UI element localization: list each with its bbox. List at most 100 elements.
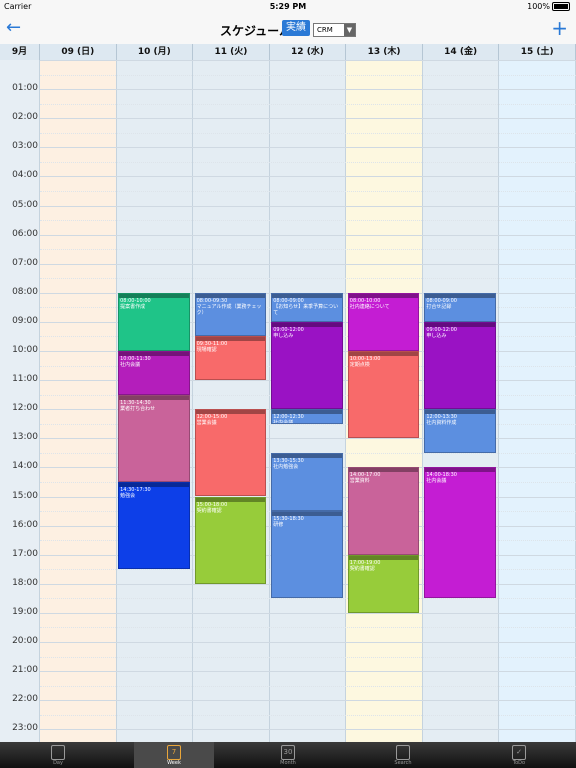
event-title: 勉強会 bbox=[120, 492, 136, 499]
tab-month[interactable]: 30 Month bbox=[248, 742, 328, 768]
plus-icon[interactable]: + bbox=[551, 17, 568, 39]
event-title: 提案書作成 bbox=[120, 303, 146, 310]
time-label: 19:00 bbox=[12, 606, 38, 617]
day-header-6[interactable]: 15 (土) bbox=[499, 44, 576, 60]
half-hour-line bbox=[40, 220, 576, 222]
half-hour-line bbox=[40, 627, 576, 629]
event-block[interactable]: 09:00-12:00 申し込み bbox=[271, 321, 343, 410]
event-block[interactable]: 08:00-09:00 【お知らせ】来季予算について bbox=[271, 292, 343, 322]
tab-day[interactable]: Day bbox=[18, 742, 98, 768]
search-icon bbox=[396, 745, 410, 760]
time-label: 18:00 bbox=[12, 577, 38, 588]
day-header-3[interactable]: 12 (水) bbox=[270, 44, 347, 60]
event-block[interactable]: 08:00-10:00 提案書作成 bbox=[118, 292, 190, 351]
tab-label: Month bbox=[280, 760, 296, 766]
event-block[interactable]: 17:00-19:00 契約書確認 bbox=[347, 554, 420, 613]
hour-line bbox=[40, 729, 576, 731]
half-hour-line bbox=[40, 714, 576, 716]
event-block[interactable]: 11:30-14:30 業者打ち合わせ bbox=[118, 394, 190, 482]
actual-toggle-button[interactable]: 実績 bbox=[282, 20, 310, 36]
event-title: マニュアル作成（業務チェック） bbox=[196, 303, 262, 316]
arrow-left-icon[interactable]: ← bbox=[6, 18, 21, 38]
time-label: 02:00 bbox=[12, 112, 38, 123]
time-label: 08:00 bbox=[12, 286, 38, 297]
day-calendar-icon bbox=[51, 745, 65, 760]
event-title: 社内会議 bbox=[273, 420, 294, 424]
tab-week[interactable]: 7 Week bbox=[134, 742, 214, 768]
time-label: 16:00 bbox=[12, 519, 38, 530]
time-label: 21:00 bbox=[12, 665, 38, 676]
event-title: 社内勉強会 bbox=[273, 463, 299, 470]
week-grid[interactable]: 01:00 02:00 03:00 04:00 05:00 06:00 07:00 08:00… bbox=[0, 60, 576, 742]
event-block[interactable]: 10:00-11:30 社内会議 bbox=[118, 351, 190, 395]
event-title: 申し込み bbox=[426, 332, 447, 339]
event-block[interactable]: 10:00-13:00 定期点検 bbox=[347, 351, 420, 439]
time-label: 03:00 bbox=[12, 141, 38, 152]
event-title: 契約書確認 bbox=[349, 565, 375, 572]
half-hour-line bbox=[40, 103, 576, 105]
hour-line bbox=[40, 671, 576, 673]
time-label: 09:00 bbox=[12, 315, 38, 326]
event-block[interactable]: 09:30-11:00 現場確認 bbox=[194, 336, 267, 381]
day-header-2[interactable]: 11 (火) bbox=[193, 44, 270, 60]
event-block[interactable]: 14:00-18:30 社内会議 bbox=[424, 467, 496, 599]
battery-percent: 100% bbox=[527, 2, 550, 11]
half-hour-line bbox=[40, 249, 576, 251]
event-block[interactable]: 08:00-09:00 打合せ記録 bbox=[424, 292, 496, 322]
event-title: 打合せ記録 bbox=[426, 303, 452, 310]
day-header-0[interactable]: 09 (日) bbox=[40, 44, 117, 60]
event-block[interactable]: 08:00-10:00 社内連絡について bbox=[347, 292, 420, 351]
event-block[interactable]: 15:30-18:30 研修 bbox=[271, 511, 343, 599]
hour-line bbox=[40, 642, 576, 643]
half-hour-line bbox=[40, 161, 576, 163]
event-block[interactable]: 12:00-15:00 営業会議 bbox=[194, 409, 267, 497]
event-block[interactable]: 15:00-18:00 契約書確認 bbox=[194, 496, 267, 584]
day-header-1[interactable]: 10 (月) bbox=[117, 44, 194, 60]
time-label: 11:00 bbox=[12, 374, 38, 385]
hour-line bbox=[40, 700, 576, 702]
event-title: 社内資料作成 bbox=[426, 420, 457, 427]
tab-label: Week bbox=[167, 760, 181, 766]
event-title: 【お知らせ】来季予算について bbox=[273, 303, 339, 316]
time-label: 01:00 bbox=[12, 83, 38, 94]
page-title: スケジュール bbox=[220, 24, 292, 38]
event-title: 業者打ち合わせ bbox=[120, 405, 156, 412]
event-block[interactable]: 09:00-12:00 申し込み bbox=[424, 321, 496, 410]
half-hour-line bbox=[40, 656, 576, 658]
time-label: 10:00 bbox=[12, 345, 38, 355]
todo-check-icon: ✓ bbox=[512, 745, 526, 760]
week-header: 9月 09 (日) 10 (月) 11 (火) 12 (水) 13 (木) 14 (金) 1… bbox=[0, 44, 576, 61]
event-block[interactable]: 08:00-09:30 マニュアル作成（業務チェック） bbox=[194, 292, 267, 337]
tab-todo[interactable]: ✓ ToDo bbox=[479, 742, 559, 768]
day-header-4[interactable]: 13 (木) bbox=[346, 44, 423, 60]
time-label: 14:00 bbox=[12, 461, 38, 472]
time-label: 05:00 bbox=[12, 199, 38, 210]
event-title: 契約書確認 bbox=[196, 507, 222, 514]
event-block[interactable]: 13:30-15:30 社内勉強会 bbox=[271, 452, 343, 512]
hour-line bbox=[40, 612, 576, 614]
tab-label: Search bbox=[394, 760, 412, 766]
event-block[interactable]: 14:30-17:30 勉強会 bbox=[118, 481, 190, 570]
event-block[interactable]: 14:00-17:00 営業資料 bbox=[347, 467, 420, 555]
half-hour-line bbox=[40, 598, 576, 600]
day-header-5[interactable]: 14 (金) bbox=[423, 44, 500, 60]
tab-search[interactable]: Search bbox=[363, 742, 443, 768]
event-block[interactable]: 12:00-12:30 社内会議 bbox=[271, 409, 343, 424]
half-hour-line bbox=[40, 190, 576, 192]
event-title: 現場確認 bbox=[196, 347, 217, 354]
clock: 5:29 PM bbox=[269, 2, 307, 11]
tab-label: ToDo bbox=[512, 760, 526, 766]
month-label: 9月 bbox=[0, 44, 40, 60]
time-label: 12:00 bbox=[12, 403, 38, 414]
status-bar: Carrier 5:29 PM 100% bbox=[0, 0, 576, 14]
time-label: 20:00 bbox=[12, 636, 38, 646]
crm-select[interactable]: CRM ▼ bbox=[313, 23, 356, 37]
event-title: 研修 bbox=[273, 522, 284, 529]
time-label: 04:00 bbox=[12, 170, 38, 181]
chevron-down-icon: ▼ bbox=[344, 24, 355, 36]
crm-select-value: CRM bbox=[317, 26, 333, 34]
hour-line bbox=[40, 176, 576, 178]
time-label: 23:00 bbox=[12, 723, 38, 734]
event-block[interactable]: 12:00-13:30 社内資料作成 bbox=[424, 409, 496, 453]
event-title: 社内連絡について bbox=[349, 303, 390, 310]
